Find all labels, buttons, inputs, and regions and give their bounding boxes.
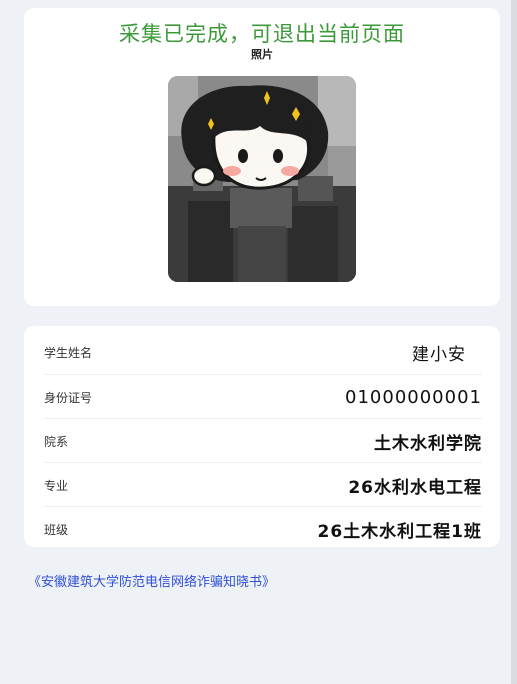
class-label: 班级 <box>44 522 69 537</box>
college-label: 院系 <box>44 434 69 449</box>
info-row-major: 专业 26水利水电工程 <box>44 462 482 507</box>
id-number-value: 01000000001 <box>345 386 482 408</box>
info-row-name: 学生姓名 建小安 <box>44 330 482 374</box>
student-name-value: 建小安 <box>412 344 466 365</box>
major-label: 专业 <box>44 478 69 493</box>
cartoon-avatar-image <box>168 76 356 282</box>
info-row-id: 身份证号 01000000001 <box>44 374 482 419</box>
fraud-notice-link[interactable]: 《安徽建筑大学防范电信网络诈骗知晓书》 <box>28 571 275 590</box>
status-message: 采集已完成，可退出当前页面 <box>119 22 405 46</box>
student-photo <box>168 76 356 282</box>
class-value: 26土木水利工程1班 <box>317 521 482 542</box>
college-value: 土木水利学院 <box>374 433 482 454</box>
student-name-label: 学生姓名 <box>44 345 93 360</box>
student-info-card: 学生姓名 建小安 身份证号 01000000001 院系 土木水利学院 专业 2… <box>24 326 500 547</box>
info-row-class: 班级 26土木水利工程1班 <box>44 506 482 551</box>
photo-card: 采集已完成，可退出当前页面 照片 <box>24 8 500 306</box>
id-number-label: 身份证号 <box>44 390 93 405</box>
scrollbar-track <box>511 0 517 684</box>
info-row-college: 院系 土木水利学院 <box>44 418 482 463</box>
photo-label: 照片 <box>251 48 273 61</box>
major-value: 26水利水电工程 <box>348 477 482 498</box>
